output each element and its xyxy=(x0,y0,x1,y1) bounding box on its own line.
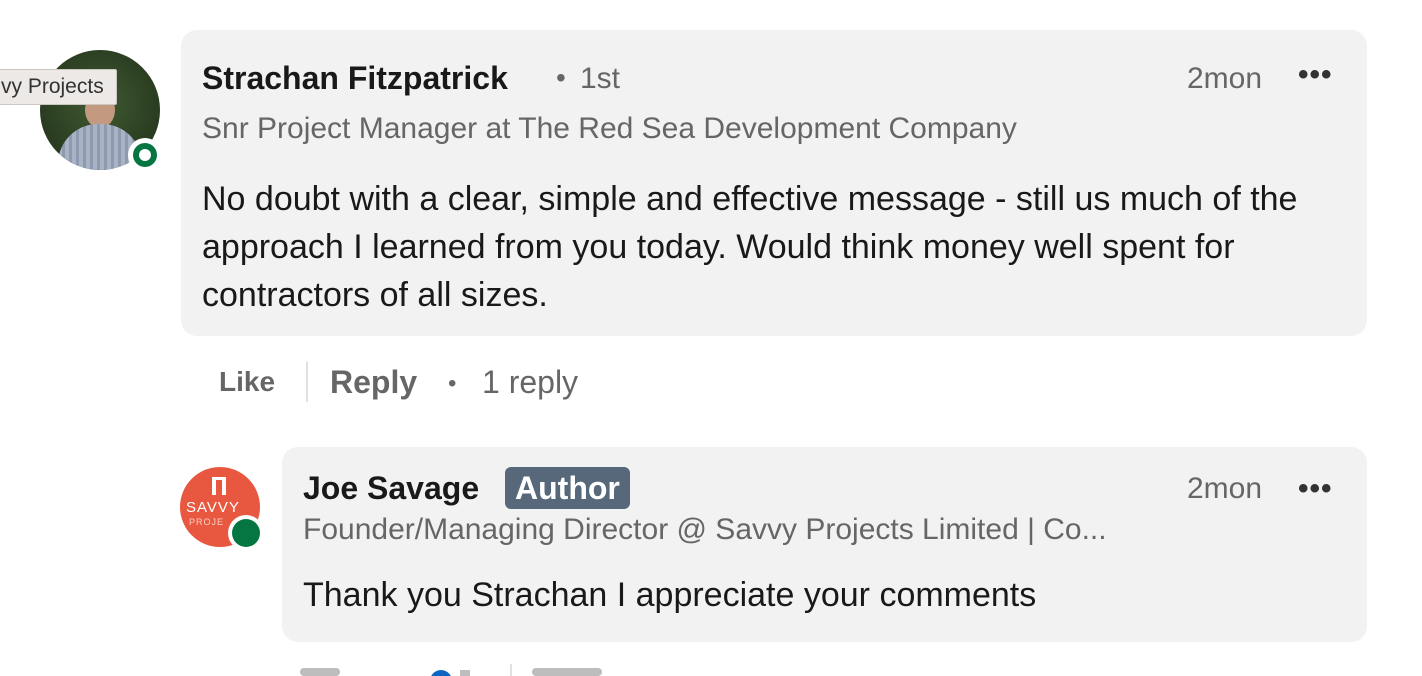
like-button-partial[interactable] xyxy=(300,668,340,676)
reaction-count-partial xyxy=(460,670,470,676)
avatar-logo-subtext: PROJE xyxy=(189,517,225,527)
reaction-icon xyxy=(430,670,452,676)
action-divider xyxy=(510,664,512,676)
comment-timestamp: 2mon xyxy=(1187,62,1263,95)
reply-button[interactable]: Reply xyxy=(330,364,417,401)
degree-separator: • xyxy=(556,62,566,93)
reply-text: Thank you Strachan I appreciate your com… xyxy=(303,576,1037,614)
online-status-icon xyxy=(228,515,264,551)
reply-author-name[interactable]: Joe Savage xyxy=(303,470,479,507)
online-status-icon xyxy=(128,138,162,172)
avatar-logo-text: SAVVY xyxy=(186,499,240,516)
reply-actions-row xyxy=(300,664,620,676)
reply-timestamp: 2mon xyxy=(1187,472,1263,505)
more-options-icon[interactable]: ••• xyxy=(1298,58,1333,92)
comment-author-name[interactable]: Strachan Fitzpatrick xyxy=(202,60,508,97)
author-badge: Author xyxy=(505,467,630,509)
like-button[interactable]: Like xyxy=(219,366,275,398)
logo-building-icon xyxy=(212,477,226,495)
reply-author-headline: Founder/Managing Director @ Savvy Projec… xyxy=(303,513,1107,546)
more-options-icon[interactable]: ••• xyxy=(1298,472,1333,506)
action-divider xyxy=(306,362,308,402)
tooltip: vy Projects xyxy=(0,69,117,105)
comment-text: No doubt with a clear, simple and effect… xyxy=(202,180,1298,314)
reply-button-partial[interactable] xyxy=(532,668,602,676)
connection-degree: 1st xyxy=(580,62,621,95)
comment-author-headline: Snr Project Manager at The Red Sea Devel… xyxy=(202,112,1017,145)
action-separator: • xyxy=(448,370,457,397)
reply-count-link[interactable]: 1 reply xyxy=(482,364,578,401)
